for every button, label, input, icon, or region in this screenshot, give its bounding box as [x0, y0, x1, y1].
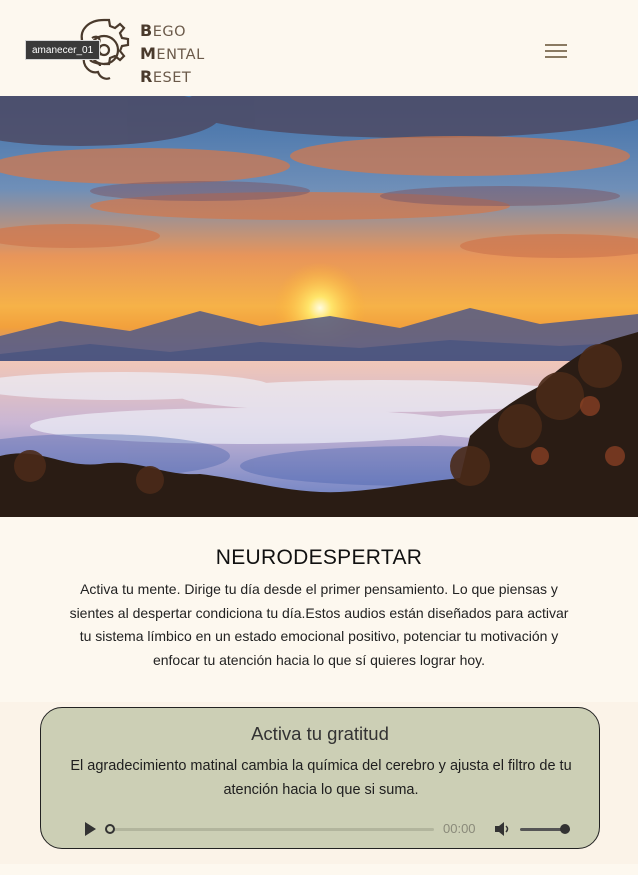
intro-paragraph: Activa tu mente. Dirige tu día desde el … [69, 581, 569, 668]
audio-time: 00:00 [443, 821, 476, 836]
logo-wordmark: BEGO MENTAL RESET [140, 21, 205, 86]
site-header: BEGO MENTAL RESET amanecer_01 [0, 0, 638, 96]
page-title: NEURODESPERTAR [215, 546, 423, 569]
volume-icon[interactable] [493, 820, 511, 838]
hero-image [0, 96, 638, 517]
audio-card: Activa tu gratitud El agradecimiento mat… [40, 707, 600, 849]
audio-card-description: El agradecimiento matinal cambia la quím… [70, 758, 572, 798]
volume-slider-handle[interactable] [560, 824, 570, 834]
audio-card-title: Activa tu gratitud [251, 723, 389, 744]
play-icon[interactable] [83, 821, 97, 837]
audio-player: 00:00 [41, 816, 599, 842]
image-tooltip: amanecer_01 [25, 40, 101, 60]
hamburger-menu-icon[interactable] [545, 44, 567, 58]
audio-progress-handle[interactable] [105, 824, 115, 834]
audio-progress-track[interactable] [109, 828, 434, 831]
sunrise-over-clouds-image [0, 96, 638, 517]
